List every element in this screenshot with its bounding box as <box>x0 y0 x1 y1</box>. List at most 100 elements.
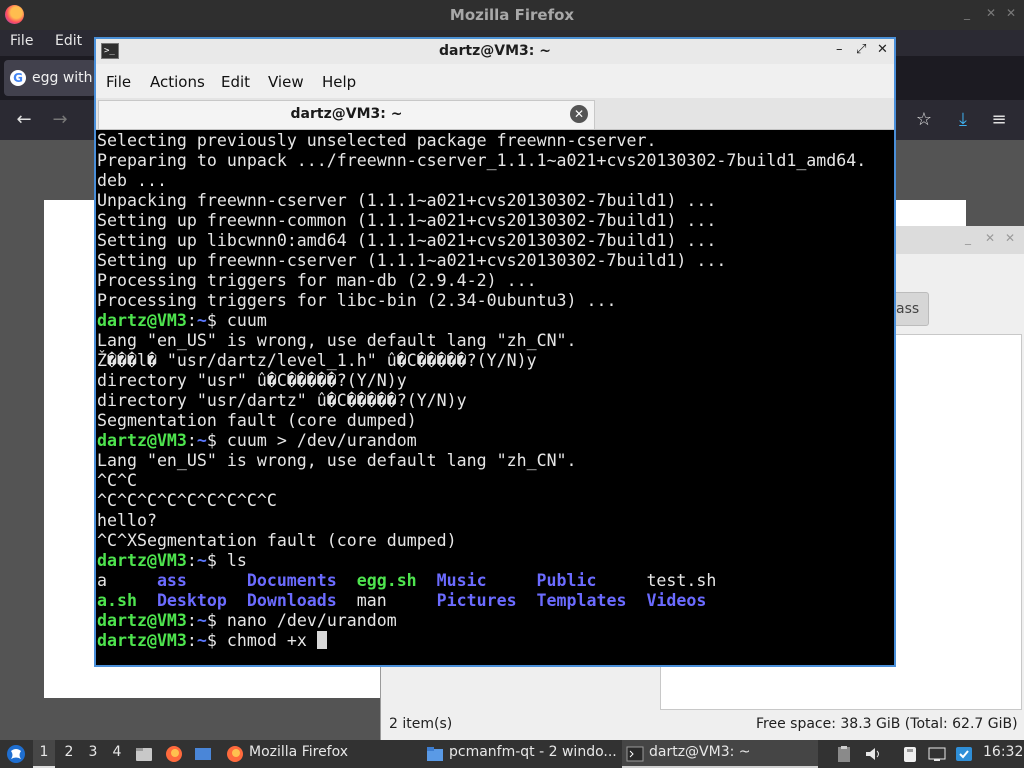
firefox-menu-file[interactable]: File <box>10 33 33 49</box>
close-tab-icon[interactable]: ✕ <box>570 105 588 123</box>
prompt-user: dartz@VM3 <box>97 311 187 330</box>
close-icon[interactable]: ✕ <box>1006 6 1016 20</box>
task-terminal[interactable]: dartz@VM3: ~ <box>622 740 818 768</box>
clipboard-icon[interactable] <box>835 745 853 763</box>
terminal-prompt-line: dartz@VM3:~$ ls <box>97 551 894 571</box>
free-space: Free space: 38.3 GiB (Total: 62.7 GiB) <box>756 716 1018 732</box>
terminal-window: >_ dartz@VM3: ~ – ⤢ ✕ File Actions Edit … <box>94 37 896 667</box>
ls-entry: Public <box>536 571 597 590</box>
prompt-separator: : <box>186 551 197 570</box>
command-text: chmod +x <box>216 631 317 650</box>
firefox-window-title: Mozilla Firefox <box>449 6 575 24</box>
terminal-line: deb ... <box>97 171 167 190</box>
clock: 16:32 <box>983 744 1024 760</box>
task-file-manager[interactable]: pcmanfm-qt - 2 windo... <box>422 740 618 768</box>
terminal-menu-actions[interactable]: Actions <box>150 73 205 91</box>
minimize-icon[interactable]: – <box>836 42 843 57</box>
firefox-tab[interactable]: G egg with <box>4 60 96 96</box>
firefox-tab-label: egg with <box>32 70 93 86</box>
workspace-1[interactable]: 1 <box>33 740 55 768</box>
ls-entry: test.sh <box>646 571 717 590</box>
hamburger-menu-icon[interactable]: ≡ <box>987 108 1011 132</box>
minimize-icon[interactable]: _ <box>965 231 971 245</box>
terminal-line: Setting up freewnn-cserver (1.1.1~a021+c… <box>97 251 727 270</box>
item-count: 2 item(s) <box>389 716 453 732</box>
ls-entry: a <box>97 571 107 590</box>
maximize-icon[interactable]: ⤢ <box>856 42 866 57</box>
prompt-dollar: $ <box>206 551 217 570</box>
terminal-line: Setting up libcwnn0:amd64 (1.1.1~a021+cv… <box>97 231 717 250</box>
start-menu-icon[interactable] <box>6 744 26 764</box>
prompt-dollar: $ <box>206 611 217 630</box>
firefox-menu-edit[interactable]: Edit <box>55 33 82 49</box>
prompt-separator: : <box>186 431 197 450</box>
prompt-path: ~ <box>196 611 207 630</box>
terminal-line: Processing triggers for libc-bin (2.34-0… <box>97 291 617 310</box>
terminal-menu-help[interactable]: Help <box>322 73 356 91</box>
close-icon[interactable]: ✕ <box>1005 231 1015 245</box>
ls-entry: a.sh <box>97 591 137 610</box>
google-icon: G <box>10 70 26 86</box>
terminal-line: Unpacking freewnn-cserver (1.1.1~a021+cv… <box>97 191 717 210</box>
workspace-4[interactable]: 4 <box>106 744 128 760</box>
terminal-line: Segmentation fault (core dumped) <box>97 411 417 430</box>
ls-entry: Templates <box>536 591 627 610</box>
firefox-titlebar: Mozilla Firefox _ ✕ ✕ <box>0 0 1024 30</box>
prompt-user: dartz@VM3 <box>97 431 187 450</box>
terminal-menubar: File Actions Edit View Help <box>96 64 894 98</box>
terminal-titlebar[interactable]: >_ dartz@VM3: ~ – ⤢ ✕ <box>96 39 894 64</box>
back-icon[interactable]: ← <box>12 108 36 132</box>
file-manager-launcher-icon[interactable] <box>135 745 153 763</box>
prompt-user: dartz@VM3 <box>97 631 187 650</box>
prompt-dollar: $ <box>206 311 217 330</box>
ls-entry: Documents <box>246 571 337 590</box>
storage-icon[interactable] <box>901 745 919 763</box>
terminal-prompt-line: dartz@VM3:~$ cuum <box>97 311 894 331</box>
terminal-prompt-line: dartz@VM3:~$ cuum > /dev/urandom <box>97 431 894 451</box>
command-text: ls <box>216 551 247 570</box>
volume-icon[interactable] <box>864 745 882 763</box>
terminal-tab[interactable]: dartz@VM3: ~ ✕ <box>98 100 595 129</box>
terminal-line: ^C^C <box>97 471 137 490</box>
task-firefox[interactable]: Mozilla Firefox <box>222 740 418 768</box>
firefox-launcher-icon[interactable] <box>165 745 183 763</box>
folder-icon <box>427 747 443 761</box>
terminal-menu-file[interactable]: File <box>106 73 131 91</box>
firefox-icon <box>227 746 243 762</box>
task-label: Mozilla Firefox <box>249 744 349 760</box>
terminal-menu-view[interactable]: View <box>268 73 304 91</box>
terminal-line: directory "usr/dartz" û�C�����?(Y/N)y <box>97 391 467 410</box>
maximize-icon[interactable]: ✕ <box>986 6 996 20</box>
terminal-line: Preparing to unpack .../freewnn-cserver_… <box>97 151 867 170</box>
terminal-icon <box>626 746 644 762</box>
terminal-line: directory "usr" û�C�����?(Y/N)y <box>97 371 407 390</box>
prompt-separator: : <box>186 311 197 330</box>
prompt-user: dartz@VM3 <box>97 611 187 630</box>
terminal-line: ^C^XSegmentation fault (core dumped) <box>97 531 457 550</box>
prompt-user: dartz@VM3 <box>97 551 187 570</box>
terminal-output[interactable]: Selecting previously unselected package … <box>96 130 894 665</box>
terminal-menu-edit[interactable]: Edit <box>221 73 250 91</box>
ls-entry: Pictures <box>436 591 517 610</box>
minimize-icon[interactable]: _ <box>964 6 970 20</box>
workspace-3[interactable]: 3 <box>82 744 104 760</box>
file-manager-statusbar: 2 item(s) Free space: 38.3 GiB (Total: 6… <box>381 712 1024 738</box>
ls-entry: Music <box>436 571 487 590</box>
ls-entry: Downloads <box>246 591 337 610</box>
ls-entry: Videos <box>646 591 707 610</box>
workspace-2[interactable]: 2 <box>58 744 80 760</box>
prompt-path: ~ <box>196 551 207 570</box>
close-icon[interactable]: ✕ <box>877 42 888 57</box>
terminal-line: Lang "en_US" is wrong, use default lang … <box>97 331 577 350</box>
terminal-tabbar: dartz@VM3: ~ ✕ <box>96 98 894 130</box>
desktop-launcher-icon[interactable] <box>194 745 212 763</box>
download-icon[interactable]: ⤓ <box>951 108 975 132</box>
ls-output-row: a ass Documents egg.sh Music Public test.sh <box>97 571 894 591</box>
prompt-path: ~ <box>196 631 207 650</box>
maximize-icon[interactable]: ✕ <box>985 231 995 245</box>
forward-icon[interactable]: → <box>48 108 72 132</box>
network-icon[interactable] <box>928 745 946 763</box>
ls-output-row: a.sh Desktop Downloads man Pictures Templates… <box>97 591 894 611</box>
updates-icon[interactable] <box>955 745 973 763</box>
bookmark-star-icon[interactable]: ☆ <box>912 108 936 132</box>
